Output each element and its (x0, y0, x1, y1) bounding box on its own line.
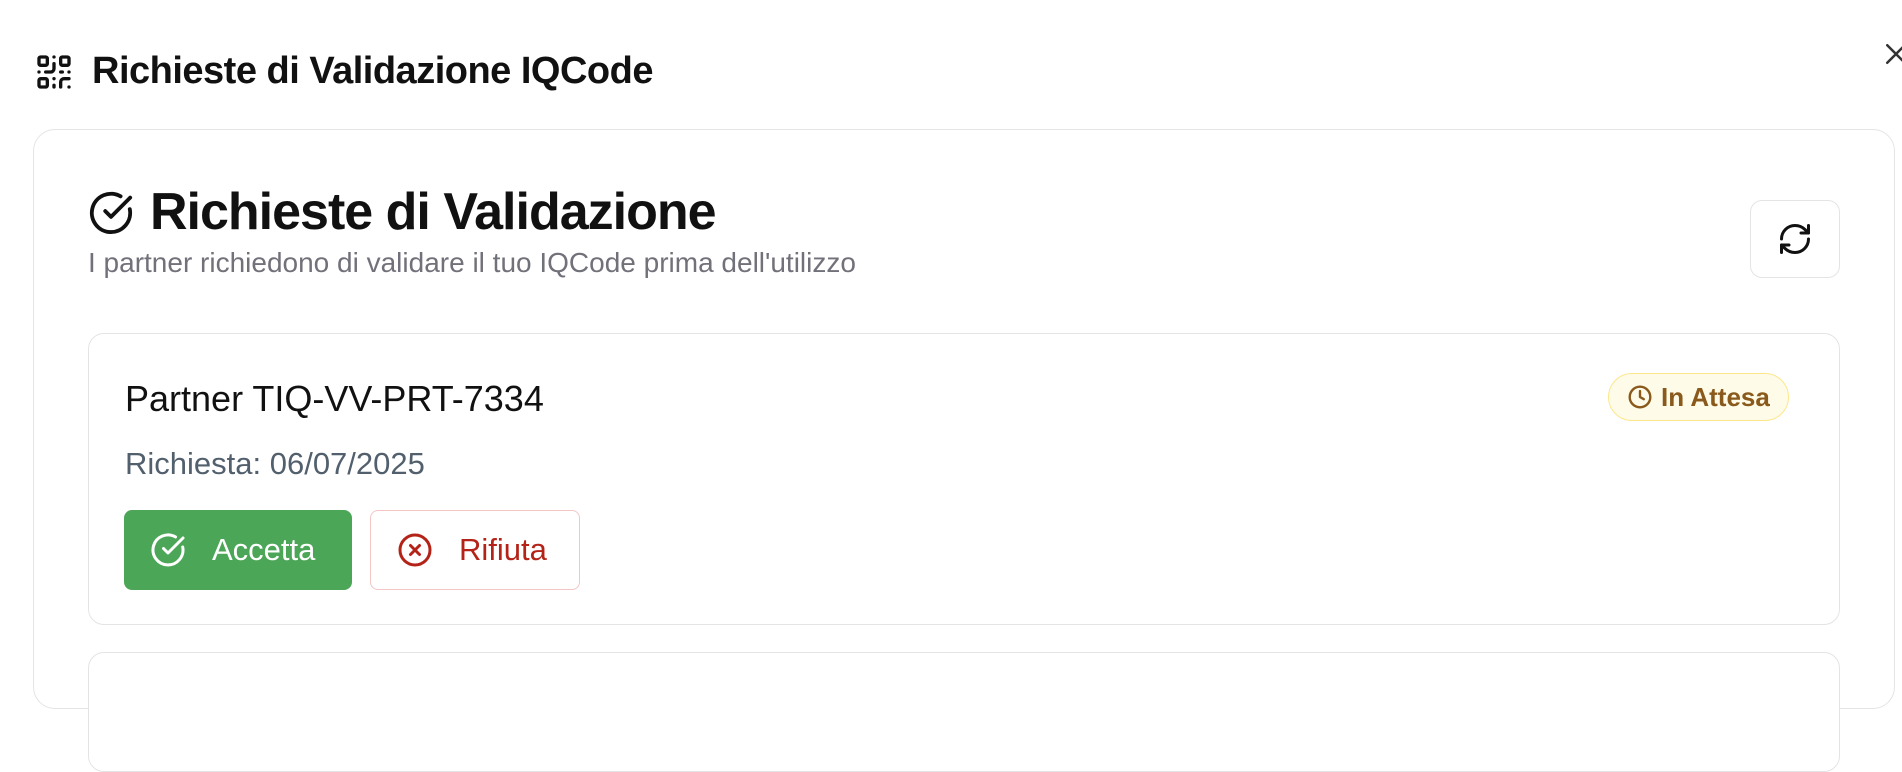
qr-code-icon (37, 54, 71, 89)
refresh-button[interactable] (1750, 200, 1840, 278)
status-badge: In Attesa (1608, 373, 1789, 421)
request-item: Partner TIQ-VV-PRT-7334 In Attesa Richie… (88, 333, 1840, 625)
reject-label: Rifiuta (459, 532, 547, 567)
check-circle-icon (89, 191, 133, 234)
x-circle-icon (398, 533, 432, 567)
card-header: Richieste di Validazione I partner richi… (88, 183, 856, 279)
reject-button[interactable]: Rifiuta (370, 510, 580, 590)
card-title: Richieste di Validazione (150, 183, 717, 241)
validation-requests-dialog: Richieste di Validazione IQCode Richiest… (0, 0, 1902, 772)
status-label: In Attesa (1661, 381, 1770, 412)
accept-button[interactable]: Accetta (124, 510, 352, 590)
close-button[interactable] (1876, 34, 1902, 74)
request-date: Richiesta: 06/07/2025 (125, 446, 425, 481)
close-icon (1886, 44, 1902, 64)
check-circle-icon (151, 533, 185, 567)
refresh-icon (1780, 224, 1810, 254)
clock-icon (1628, 385, 1652, 409)
accept-label: Accetta (212, 532, 316, 567)
request-item (88, 652, 1840, 772)
dialog-header: Richieste di Validazione IQCode (34, 50, 653, 93)
card-title-row: Richieste di Validazione (88, 183, 856, 241)
card-subtitle: I partner richiedono di validare il tuo … (88, 247, 856, 279)
request-actions: Accetta Rifiuta (124, 510, 580, 590)
dialog-title: Richieste di Validazione IQCode (92, 50, 653, 92)
validation-requests-card: Richieste di Validazione I partner richi… (33, 129, 1895, 772)
partner-name: Partner TIQ-VV-PRT-7334 (125, 378, 544, 419)
